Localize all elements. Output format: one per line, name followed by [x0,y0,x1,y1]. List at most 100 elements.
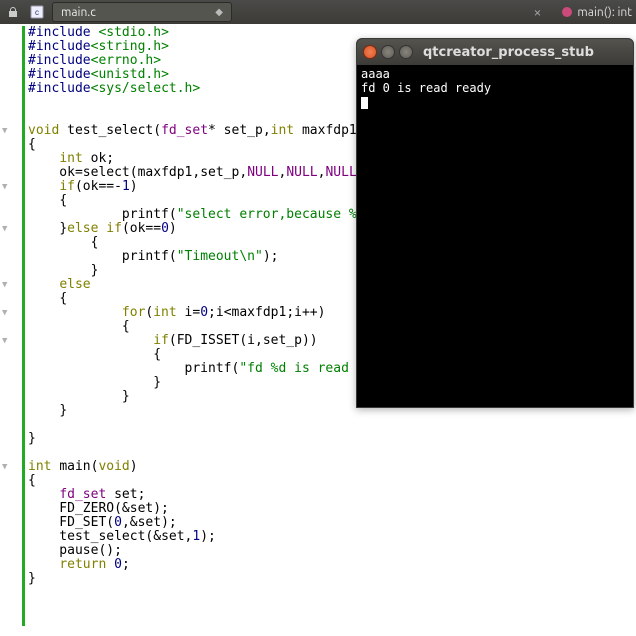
chevron-down-icon[interactable]: ◆ [215,6,223,18]
fold-arrow-icon[interactable]: ▼ [2,126,7,136]
code-line[interactable]: pause(); [28,544,388,558]
gutter-line[interactable] [0,208,22,222]
gutter-line[interactable] [0,26,22,40]
gutter-line[interactable]: ▼ [0,306,22,320]
code-line[interactable] [28,96,388,110]
gutter-line[interactable] [0,572,22,586]
gutter-line[interactable] [0,68,22,82]
gutter-line[interactable] [0,376,22,390]
code-line[interactable]: printf("select error,because %s\n" [28,208,388,222]
gutter-line[interactable] [0,236,22,250]
code-line[interactable]: FD_ZERO(&set); [28,502,388,516]
code-line[interactable]: if(ok==-1) [28,180,388,194]
gutter-line[interactable] [0,488,22,502]
window-minimize-button[interactable] [381,45,395,59]
gutter-line[interactable] [0,432,22,446]
code-line[interactable]: int main(void) [28,460,388,474]
code-line[interactable]: } [28,404,388,418]
gutter-line[interactable] [0,250,22,264]
code-line[interactable]: } [28,572,388,586]
code-line[interactable]: if(FD_ISSET(i,set_p)) [28,334,388,348]
gutter-line[interactable] [0,530,22,544]
window-close-button[interactable] [363,45,377,59]
code-line[interactable]: } [28,376,388,390]
fold-arrow-icon[interactable]: ▼ [2,280,7,290]
code-line[interactable]: { [28,236,388,250]
gutter-line[interactable] [0,194,22,208]
code-line[interactable]: for(int i=0;i<maxfdp1;i++) [28,306,388,320]
gutter-line[interactable] [0,446,22,460]
fold-arrow-icon[interactable]: ▼ [2,224,7,234]
code-line[interactable]: { [28,138,388,152]
gutter-line[interactable] [0,558,22,572]
gutter-line[interactable] [0,516,22,530]
fold-arrow-icon[interactable]: ▼ [2,462,7,472]
code-line[interactable]: return 0; [28,558,388,572]
tab-close-icon[interactable]: × [534,4,542,20]
code-line[interactable]: printf("fd %d is read read [28,362,388,376]
gutter-line[interactable] [0,390,22,404]
code-line[interactable]: FD_SET(0,&set); [28,516,388,530]
gutter-line[interactable] [0,502,22,516]
gutter-line[interactable] [0,404,22,418]
gutter-line[interactable] [0,362,22,376]
code-line[interactable]: printf("Timeout\n"); [28,250,388,264]
gutter-line[interactable] [0,544,22,558]
gutter-line[interactable] [0,264,22,278]
modification-bar [22,26,25,626]
code-line[interactable]: { [28,292,388,306]
code-content[interactable]: #include <stdio.h>#include<string.h>#inc… [28,24,388,636]
code-line[interactable]: } [28,390,388,404]
gutter-line[interactable] [0,474,22,488]
gutter-line[interactable] [0,418,22,432]
code-line[interactable]: { [28,348,388,362]
code-line[interactable] [28,110,388,124]
code-line[interactable]: int ok; [28,152,388,166]
file-tab[interactable]: main.c ◆ [52,2,232,22]
code-line[interactable]: void test_select(fd_set* set_p,int maxfd… [28,124,388,138]
gutter-line[interactable] [0,82,22,96]
gutter-line[interactable]: ▼ [0,124,22,138]
gutter-line[interactable] [0,166,22,180]
gutter-line[interactable] [0,320,22,334]
code-line[interactable] [28,418,388,432]
fold-arrow-icon[interactable]: ▼ [2,182,7,192]
gutter-line[interactable] [0,54,22,68]
terminal-titlebar[interactable]: qtcreator_process_stub [357,39,633,65]
code-line[interactable]: { [28,194,388,208]
code-line[interactable]: { [28,320,388,334]
gutter-line[interactable] [0,152,22,166]
code-line[interactable]: #include<errno.h> [28,54,388,68]
code-line[interactable]: test_select(&set,1); [28,530,388,544]
fold-arrow-icon[interactable]: ▼ [2,336,7,346]
code-line[interactable]: else [28,278,388,292]
terminal-window[interactable]: qtcreator_process_stub aaaa fd 0 is read… [356,38,634,408]
gutter-line[interactable] [0,348,22,362]
code-line[interactable]: #include <stdio.h> [28,26,388,40]
gutter-line[interactable] [0,292,22,306]
gutter-line[interactable] [0,110,22,124]
code-line[interactable]: #include<unistd.h> [28,68,388,82]
fold-arrow-icon[interactable]: ▼ [2,308,7,318]
gutter-line[interactable]: ▼ [0,460,22,474]
gutter-line[interactable] [0,96,22,110]
window-maximize-button[interactable] [399,45,413,59]
gutter-line[interactable]: ▼ [0,334,22,348]
code-line[interactable]: { [28,474,388,488]
code-line[interactable]: } [28,264,388,278]
code-line[interactable]: }else if(ok==0) [28,222,388,236]
line-gutter[interactable]: ▼ ▼ ▼ ▼ ▼ ▼ ▼ [0,24,22,636]
gutter-line[interactable]: ▼ [0,180,22,194]
code-line[interactable] [28,446,388,460]
code-line[interactable]: ok=select(maxfdp1,set_p,NULL,NULL,NULL); [28,166,388,180]
breadcrumb[interactable]: main(): int [561,6,632,19]
gutter-line[interactable]: ▼ [0,222,22,236]
gutter-line[interactable] [0,40,22,54]
code-line[interactable]: fd_set set; [28,488,388,502]
gutter-line[interactable] [0,138,22,152]
terminal-output[interactable]: aaaa fd 0 is read ready [357,65,633,111]
gutter-line[interactable]: ▼ [0,278,22,292]
code-line[interactable]: } [28,432,388,446]
code-line[interactable]: #include<string.h> [28,40,388,54]
code-line[interactable]: #include<sys/select.h> [28,82,388,96]
